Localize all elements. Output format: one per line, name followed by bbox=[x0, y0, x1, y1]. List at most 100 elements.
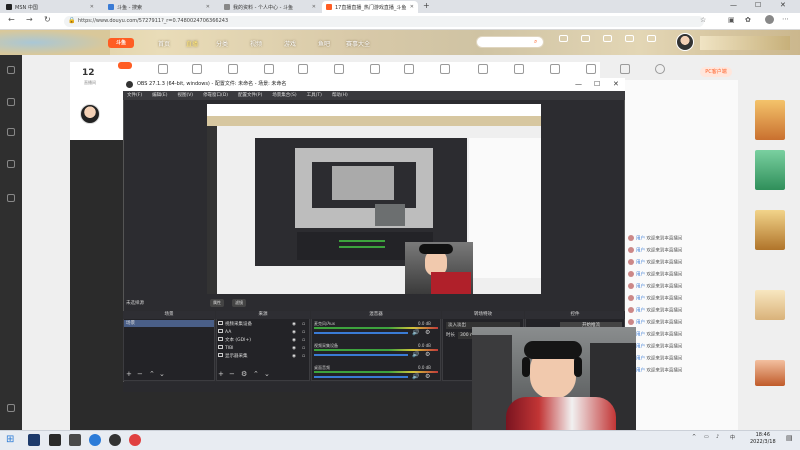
start-icon[interactable]: ⊞ bbox=[6, 434, 14, 446]
track-settings-icon[interactable]: ⚙ bbox=[425, 351, 430, 358]
lock-icon[interactable]: ▫ bbox=[302, 353, 305, 360]
visibility-icon[interactable]: ◉ bbox=[292, 353, 296, 360]
source-item[interactable]: AA ◉ ▫ bbox=[218, 329, 308, 336]
move-down-icon[interactable]: ⌄ bbox=[159, 370, 165, 378]
move-down-icon[interactable]: ⌄ bbox=[264, 370, 270, 378]
edit-icon[interactable] bbox=[586, 64, 596, 74]
source-item[interactable]: 显示器采集 ◉ ▫ bbox=[218, 353, 308, 360]
check-icon[interactable] bbox=[334, 64, 344, 74]
chat-username[interactable]: 用户 bbox=[636, 285, 645, 290]
pc-client-button[interactable]: PC客户端 bbox=[700, 67, 732, 77]
source-item[interactable]: 文本 (GDI+) ◉ ▫ bbox=[218, 337, 308, 344]
nav-yuba[interactable]: 鱼吧 bbox=[318, 39, 330, 48]
browser-tab-search[interactable]: 斗鱼 - 搜索 ✕ bbox=[104, 1, 214, 13]
menu-docks[interactable]: 停靠窗口(D) bbox=[203, 93, 228, 98]
sidebar-video-icon[interactable] bbox=[3, 160, 19, 169]
chat-username[interactable]: 用户 bbox=[636, 249, 645, 254]
grid-icon[interactable] bbox=[550, 64, 560, 74]
chat-username[interactable]: 用户 bbox=[636, 333, 645, 338]
collections-icon[interactable]: ▣ bbox=[728, 16, 735, 24]
close-tab-icon[interactable]: ✕ bbox=[90, 4, 94, 10]
emoji-icon[interactable] bbox=[655, 64, 665, 74]
sidebar-live-icon[interactable] bbox=[3, 98, 19, 107]
browser-tab-active[interactable]: 17直播直播_热门游戏直播_斗鱼 ✕ bbox=[322, 1, 418, 13]
volume-icon[interactable]: ♪ bbox=[716, 434, 719, 440]
user-avatar[interactable] bbox=[676, 33, 694, 51]
gamepad-icon[interactable] bbox=[440, 64, 450, 74]
menu-help[interactable]: 帮助(H) bbox=[332, 93, 348, 98]
scene-item[interactable]: 场景 bbox=[124, 320, 214, 327]
badge-icon[interactable] bbox=[264, 64, 274, 74]
taskbar-clock[interactable]: 18:46 2022/3/18 bbox=[750, 432, 776, 446]
source-item[interactable]: 视频采集设备 ◉ ▫ bbox=[218, 321, 308, 328]
track-settings-icon[interactable]: ⚙ bbox=[425, 373, 430, 380]
lock-icon[interactable]: ▫ bbox=[302, 321, 305, 328]
menu-edit[interactable]: 编辑(E) bbox=[152, 93, 167, 98]
nav-events[interactable]: 赛事大全 bbox=[346, 39, 370, 48]
menu-dots-icon[interactable]: ⋯ bbox=[782, 15, 789, 23]
forward-icon[interactable]: → bbox=[26, 15, 33, 24]
lock-icon[interactable]: ▫ bbox=[302, 337, 305, 344]
url-input[interactable]: https://www.douyu.com/5727911?_r=0.74800… bbox=[64, 16, 704, 27]
volume-slider[interactable] bbox=[314, 354, 408, 356]
add-source-button[interactable]: + bbox=[218, 370, 224, 378]
sidebar-yuba-icon[interactable] bbox=[3, 194, 19, 203]
search-icon[interactable]: ⌕ bbox=[534, 38, 537, 46]
reload-icon[interactable]: ↻ bbox=[44, 15, 51, 24]
game-icon[interactable] bbox=[192, 64, 202, 74]
back-icon[interactable]: ← bbox=[8, 15, 15, 24]
chat-username[interactable]: 用户 bbox=[636, 273, 645, 278]
lock-icon[interactable]: ▫ bbox=[302, 345, 305, 352]
nav-game[interactable]: 游戏 bbox=[284, 39, 296, 48]
speaker-icon[interactable]: 🔊 bbox=[412, 373, 419, 380]
event-banner-1[interactable] bbox=[755, 100, 785, 140]
obs-maximize-button[interactable]: ☐ bbox=[594, 80, 600, 88]
event-banner-2[interactable] bbox=[755, 150, 785, 190]
properties-button[interactable]: 属性 bbox=[210, 299, 224, 307]
chat-username[interactable]: 用户 bbox=[636, 321, 645, 326]
share-icon[interactable] bbox=[620, 64, 630, 74]
visibility-icon[interactable]: ◉ bbox=[292, 321, 296, 328]
broadcast-icon[interactable] bbox=[640, 35, 662, 43]
timer-icon[interactable] bbox=[370, 64, 380, 74]
close-window-button[interactable]: ✕ bbox=[780, 1, 786, 9]
browser-tab-profile[interactable]: 我的资料 - 个人中心 - 斗鱼 ✕ bbox=[220, 1, 320, 13]
visibility-icon[interactable]: ◉ bbox=[292, 329, 296, 336]
filters-button[interactable]: 滤镜 bbox=[232, 299, 246, 307]
gift-icon[interactable] bbox=[158, 64, 168, 74]
minimize-button[interactable]: — bbox=[730, 1, 737, 9]
taskbar-edge-icon[interactable] bbox=[89, 434, 101, 446]
douyu-logo[interactable]: 斗鱼 bbox=[108, 38, 134, 48]
menu-tools[interactable]: 工具(T) bbox=[307, 93, 322, 98]
nav-category[interactable]: 分类 bbox=[216, 39, 228, 48]
remove-scene-button[interactable]: − bbox=[137, 370, 143, 378]
sidebar-settings-icon[interactable] bbox=[3, 404, 19, 413]
obs-close-button[interactable]: ✕ bbox=[613, 80, 619, 88]
taskbar-app2-icon[interactable] bbox=[129, 434, 141, 446]
star-icon[interactable] bbox=[514, 64, 524, 74]
nav-video[interactable]: 视频 bbox=[250, 39, 262, 48]
speaker-icon[interactable]: 🔊 bbox=[412, 329, 419, 336]
add-scene-button[interactable]: + bbox=[126, 370, 132, 378]
obs-minimize-button[interactable]: — bbox=[575, 80, 582, 88]
chat-username[interactable]: 用户 bbox=[636, 237, 645, 242]
download-icon[interactable] bbox=[596, 35, 618, 43]
maximize-button[interactable]: ☐ bbox=[755, 1, 761, 9]
chat-username[interactable]: 用户 bbox=[636, 357, 645, 362]
remove-source-button[interactable]: − bbox=[229, 370, 235, 378]
history-icon[interactable] bbox=[552, 35, 574, 43]
taskbar-obs-icon[interactable] bbox=[109, 434, 121, 446]
chat-username[interactable]: 用户 bbox=[636, 261, 645, 266]
task-icon[interactable] bbox=[618, 35, 640, 43]
menu-scene-collection[interactable]: 场景集合(S) bbox=[272, 93, 296, 98]
anchor-avatar[interactable] bbox=[80, 104, 100, 124]
flag-icon[interactable] bbox=[404, 64, 414, 74]
tray-up-icon[interactable]: ^ bbox=[692, 434, 696, 440]
menu-profile[interactable]: 配置文件(P) bbox=[238, 93, 262, 98]
new-tab-button[interactable]: + bbox=[423, 1, 430, 10]
chat-username[interactable]: 用户 bbox=[636, 369, 645, 374]
event-banner-5[interactable] bbox=[755, 360, 785, 386]
ime-indicator[interactable]: 中 bbox=[730, 434, 735, 441]
notification-icon[interactable]: ▤ bbox=[786, 434, 793, 442]
network-icon[interactable]: ▭ bbox=[704, 434, 709, 440]
